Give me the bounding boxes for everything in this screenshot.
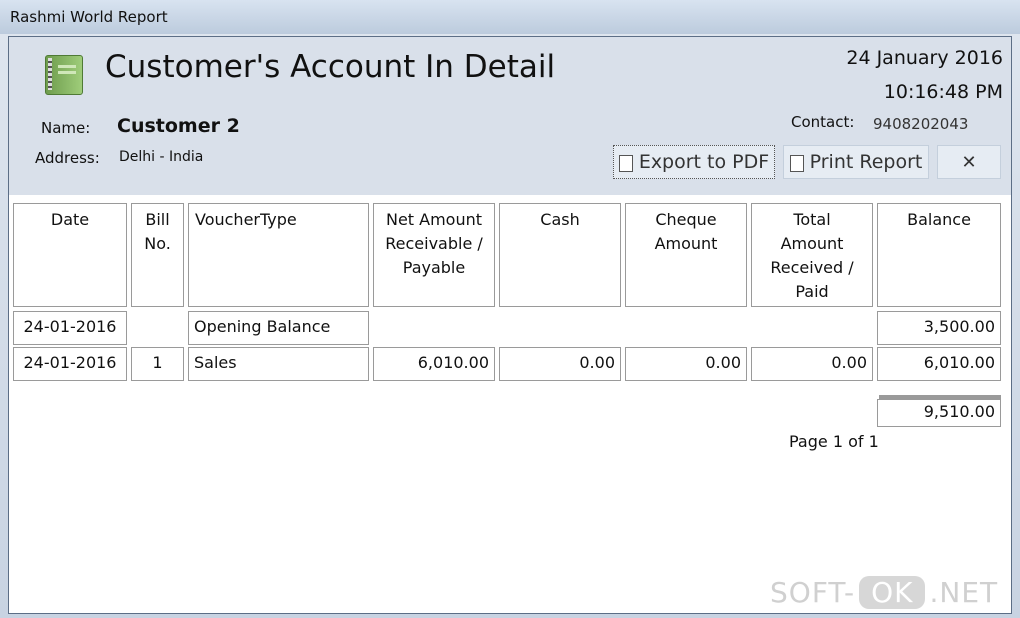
customer-contact: 9408202043 — [873, 115, 969, 133]
close-button[interactable]: ✕ — [937, 145, 1001, 179]
customer-name: Customer 2 — [117, 115, 240, 137]
print-report-label: Print Report — [809, 151, 923, 173]
col-header-balance: Balance — [877, 203, 1001, 307]
row-balance: 6,010.00 — [877, 347, 1001, 381]
row-cheque: 0.00 — [625, 347, 747, 381]
watermark-left: SOFT- — [770, 576, 856, 609]
col-header-date: Date — [13, 203, 127, 307]
opening-voucher: Opening Balance — [188, 311, 369, 345]
name-label: Name: — [41, 119, 91, 137]
customer-address: Delhi - India — [119, 149, 204, 165]
contact-label: Contact: — [791, 113, 855, 131]
watermark-right: .NET — [929, 576, 999, 609]
window-title: Rashmi World Report — [10, 8, 168, 26]
col-header-voucher-type: VoucherType — [188, 203, 369, 307]
opening-date: 24-01-2016 — [13, 311, 127, 345]
col-header-cheque: Cheque Amount — [625, 203, 747, 307]
report-time: 10:16:48 PM — [883, 81, 1003, 103]
row-total-received: 0.00 — [751, 347, 873, 381]
row-date: 24-01-2016 — [13, 347, 127, 381]
close-icon: ✕ — [961, 151, 977, 173]
watermark: SOFT- OK .NET — [770, 576, 998, 609]
report-date: 24 January 2016 — [846, 47, 1003, 69]
page-indicator: Page 1 of 1 — [789, 432, 879, 451]
watermark-ok: OK — [859, 576, 926, 609]
title-bar[interactable]: Rashmi World Report — [0, 0, 1020, 34]
export-pdf-button[interactable]: Export to PDF — [613, 145, 775, 179]
col-header-cash: Cash — [499, 203, 621, 307]
col-header-bill-no: Bill No. — [131, 203, 184, 307]
grand-total: 9,510.00 — [877, 399, 1001, 427]
row-bill-no: 1 — [131, 347, 184, 381]
report-frame: Customer's Account In Detail 24 January … — [8, 36, 1012, 614]
report-window: Rashmi World Report Customer's Account I… — [0, 0, 1020, 618]
account-book-icon — [45, 55, 83, 95]
printer-icon — [789, 154, 804, 172]
row-voucher-type: Sales — [188, 347, 369, 381]
row-cash: 0.00 — [499, 347, 621, 381]
opening-balance: 3,500.00 — [877, 311, 1001, 345]
address-label: Address: — [35, 149, 100, 167]
report-header: Customer's Account In Detail 24 January … — [9, 37, 1011, 195]
pdf-document-icon — [618, 154, 633, 172]
report-title: Customer's Account In Detail — [105, 49, 556, 85]
col-header-total-received: Total Amount Received / Paid — [751, 203, 873, 307]
print-report-button[interactable]: Print Report — [783, 145, 929, 179]
row-net-amount: 6,010.00 — [373, 347, 495, 381]
col-header-net-amount: Net Amount Receivable / Payable — [373, 203, 495, 307]
export-pdf-label: Export to PDF — [638, 151, 770, 173]
